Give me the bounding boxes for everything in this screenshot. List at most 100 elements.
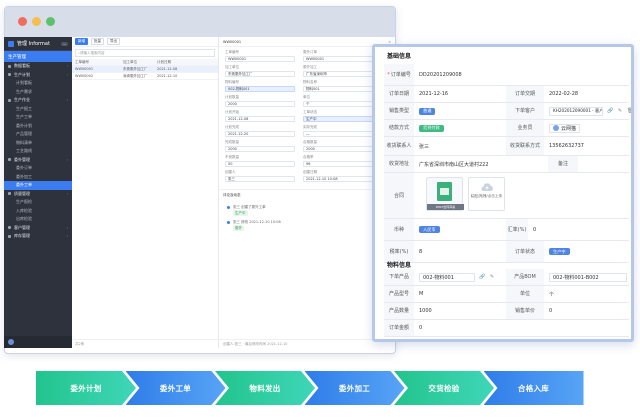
- bom-value[interactable]: 002-物料001-B002: [549, 272, 627, 282]
- sidebar-group[interactable]: 质量管理 ›: [4, 190, 72, 199]
- detail-fields: 工单编号 WW00001 委外订单 WW00001 加工单位 东莞委外加工厂 委外加工 广东省…: [219, 47, 395, 185]
- unit-value[interactable]: 个: [544, 286, 554, 302]
- field-input[interactable]: 个: [303, 101, 373, 107]
- sale-type-badge[interactable]: 普通: [419, 107, 436, 115]
- field-label: 委外订单: [303, 50, 317, 54]
- sidebar-group[interactable]: 生产作业 ›: [4, 96, 72, 105]
- toolbar-button[interactable]: 批量: [91, 38, 104, 45]
- toolbar-button[interactable]: 新增: [75, 38, 88, 45]
- customer-value[interactable]: KH202012090001 - 客户...: [549, 106, 603, 116]
- price-value[interactable]: 0: [544, 303, 552, 319]
- user-icon: [553, 125, 559, 131]
- tax-value[interactable]: 8: [414, 241, 422, 262]
- sidebar-item[interactable]: 生产工单: [4, 113, 72, 122]
- maximize-window-icon[interactable]: [46, 17, 55, 26]
- col-header[interactable]: 加工单位: [123, 60, 157, 65]
- field-input[interactable]: 2000: [225, 146, 295, 152]
- sidebar-item[interactable]: 出库检验: [4, 215, 72, 224]
- amount-value[interactable]: 0: [414, 320, 422, 336]
- field-input[interactable]: 2021-12-10 10:08: [303, 176, 373, 182]
- col-header[interactable]: 工单编号: [75, 60, 123, 65]
- rate-value[interactable]: 0: [528, 219, 536, 240]
- sidebar-item[interactable]: 生产报工: [4, 105, 72, 114]
- upload-dropzone[interactable]: 粘贴/拖拽/点击上传: [468, 177, 505, 211]
- sidebar-group[interactable]: 生产计划 ›: [4, 71, 72, 80]
- product-value[interactable]: 002-物料001: [419, 272, 475, 282]
- sidebar-group-label: 客户管理: [14, 224, 30, 230]
- order-no-value[interactable]: DD20201209008: [414, 64, 462, 85]
- user-avatar[interactable]: [8, 339, 14, 345]
- delete-icon[interactable]: 🗑: [627, 108, 631, 114]
- sidebar-item[interactable]: 委外订单: [4, 164, 72, 173]
- sidebar-item[interactable]: 生产需求: [4, 88, 72, 97]
- field-input[interactable]: 50: [225, 161, 295, 167]
- toolbar-button[interactable]: 导出: [107, 38, 120, 45]
- detail-field: 完成数量 2000: [225, 140, 295, 152]
- address-value[interactable]: 广东省深圳市南山区大道村222: [414, 156, 489, 172]
- list-search-input[interactable]: ⌕ 请输入搜索内容: [75, 49, 215, 57]
- row-settle-salesman: 结款方式 货到付款 业务员 云网猫: [384, 120, 629, 137]
- field-label: 工单编号: [225, 50, 239, 54]
- col-header[interactable]: 计划日期: [157, 60, 187, 65]
- field-input[interactable]: 002-物料001: [225, 86, 295, 92]
- menu-group-icon: [8, 158, 11, 162]
- sidebar-item[interactable]: 计划看板: [4, 79, 72, 88]
- field-input[interactable]: 生产中: [303, 116, 373, 122]
- contract-file[interactable]: WIST合同草案: [426, 177, 464, 211]
- sidebar-item[interactable]: 委外计划: [4, 122, 72, 131]
- sidebar-item[interactable]: 工艺路线: [4, 147, 72, 156]
- field-input[interactable]: 物料001: [303, 86, 373, 92]
- edit-icon[interactable]: ✎: [617, 108, 623, 114]
- minimize-window-icon[interactable]: [32, 17, 41, 26]
- field-input[interactable]: —: [303, 131, 373, 137]
- delivery-value[interactable]: 2022-02-28: [544, 86, 578, 102]
- salesman-value[interactable]: 云网猫: [549, 123, 581, 133]
- label-price: 销售单价: [506, 303, 544, 319]
- sidebar-group[interactable]: 委外管理 ›: [4, 156, 72, 165]
- process-step-label: 委外计划: [70, 383, 102, 393]
- close-icon[interactable]: ✕: [388, 40, 391, 44]
- table-row[interactable]: WW00001 东莞委外加工厂 2021-12-08: [72, 66, 218, 73]
- sidebar-group[interactable]: 客户管理 ›: [4, 224, 72, 233]
- field-input[interactable]: 广东省深圳市: [303, 71, 373, 77]
- sidebar-item[interactable]: 产品管理: [4, 130, 72, 139]
- field-input[interactable]: 2000: [225, 101, 295, 107]
- sidebar-group[interactable]: 库存管理 ›: [4, 232, 72, 241]
- sidebar-item[interactable]: 委外加工: [4, 173, 72, 182]
- contact-value[interactable]: 张三: [414, 137, 429, 155]
- phone-value[interactable]: 13562632737: [544, 137, 584, 155]
- label-qty: 产品数量: [384, 303, 414, 319]
- detail-field: 合格数量 2000: [303, 140, 373, 152]
- sidebar-group[interactable]: 数据看板 ›: [4, 62, 72, 71]
- field-input[interactable]: 2021-12-08: [225, 116, 295, 122]
- sidebar-module-header[interactable]: 生产管理: [4, 51, 72, 62]
- field-input[interactable]: WW00001: [225, 56, 295, 62]
- link-icon[interactable]: 🔗: [607, 108, 613, 114]
- field-input[interactable]: WW00001: [303, 56, 373, 62]
- field-input[interactable]: 张三: [225, 176, 295, 182]
- list-footer: 共2条: [72, 339, 219, 348]
- settle-badge[interactable]: 货到付款: [419, 124, 444, 132]
- sidebar-item[interactable]: 入库检验: [4, 207, 72, 216]
- field-input[interactable]: 2000: [303, 146, 373, 152]
- qty-value[interactable]: 1000: [414, 303, 432, 319]
- sidebar-item[interactable]: 生产报检: [4, 198, 72, 207]
- close-window-icon[interactable]: [18, 17, 27, 26]
- model-value[interactable]: M: [414, 286, 423, 302]
- field-input[interactable]: 东莞委外加工厂: [225, 71, 295, 77]
- field-input[interactable]: 2021-12-20: [225, 131, 295, 137]
- link-icon[interactable]: 🔗: [479, 274, 485, 280]
- detail-footer: 创建人:张三 · 最后修改时间 2021-12-10: [219, 339, 395, 348]
- edit-icon[interactable]: ✎: [489, 274, 495, 280]
- field-input[interactable]: 96: [303, 161, 373, 167]
- field-label: 创建人: [225, 170, 236, 174]
- row-qty-price: 产品数量 1000 销售单价 0: [384, 303, 629, 320]
- sidebar-item[interactable]: 物料清单: [4, 139, 72, 148]
- note-value[interactable]: [578, 156, 583, 172]
- process-step-label: 合格入库: [517, 383, 550, 393]
- table-row[interactable]: WW00002 深圳委外加工厂 2021-12-10: [72, 73, 218, 80]
- sidebar-item[interactable]: 委外工单: [4, 181, 72, 190]
- status-badge[interactable]: 生产中: [549, 248, 570, 255]
- currency-badge[interactable]: 人民币: [419, 226, 440, 233]
- order-date-value[interactable]: 2021-12-16: [414, 86, 448, 102]
